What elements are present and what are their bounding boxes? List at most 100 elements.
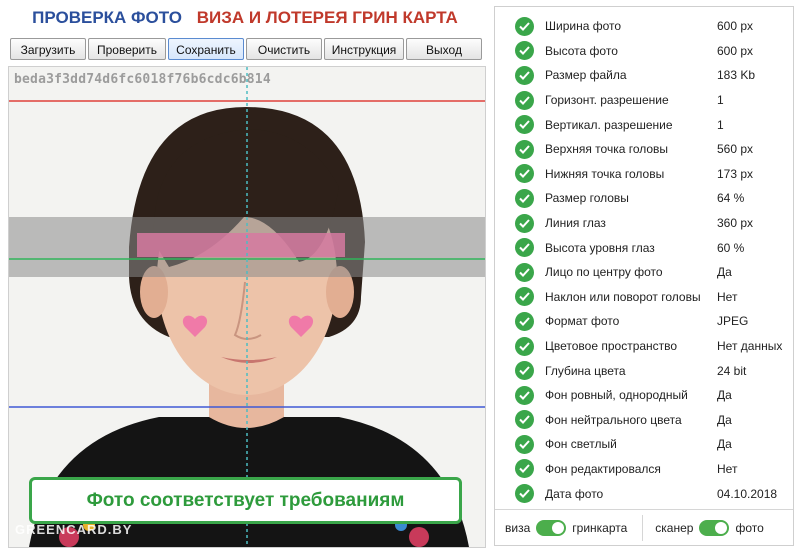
- exit-button[interactable]: Выход: [406, 38, 482, 60]
- check-icon: [515, 459, 534, 479]
- toolbar: Загрузить Проверить Сохранить Очистить И…: [10, 38, 482, 60]
- check-value: 183 Kb: [717, 68, 756, 83]
- check-icon: [515, 434, 534, 454]
- app-title-right: ВИЗА И ЛОТЕРЕЯ ГРИН КАРТА: [196, 8, 458, 27]
- check-label: Глубина цвета: [545, 363, 626, 378]
- source-right-label: фото: [735, 521, 764, 535]
- check-value: 24 bit: [717, 363, 747, 378]
- portrait-photo: [9, 67, 485, 547]
- photo-hash: beda3f3dd74d6fc6018f76b6cdc6b814: [14, 72, 271, 87]
- toggle-divider: [642, 515, 644, 541]
- check-value: 1: [717, 117, 724, 132]
- check-label: Ширина фото: [545, 19, 622, 34]
- check-icon: [515, 139, 534, 159]
- check-row: Фон светлый Да: [495, 432, 793, 457]
- check-row: Фон редактировался Нет: [495, 457, 793, 482]
- check-row: Цветовое пространство Нет данных: [495, 334, 793, 359]
- check-label: Высота уровня глаз: [545, 240, 655, 255]
- check-value: 560 px: [717, 142, 754, 157]
- check-icon: [515, 262, 534, 282]
- check-label: Размер файла: [545, 68, 627, 83]
- check-icon: [515, 336, 534, 356]
- check-icon: [515, 287, 534, 307]
- check-value: 04.10.2018: [717, 486, 778, 501]
- check-row: Фон ровный, однородный Да: [495, 383, 793, 408]
- check-icon: [515, 188, 534, 208]
- check-value: 64 %: [717, 191, 745, 206]
- check-icon: [515, 41, 534, 61]
- check-row: Фон нейтрального цвета Да: [495, 408, 793, 433]
- source-toggle-group: сканер фото: [655, 520, 764, 536]
- mode-left-label: виза: [505, 521, 531, 535]
- check-label: Формат фото: [545, 314, 620, 329]
- app-title: ПРОВЕРКА ФОТО ВИЗА И ЛОТЕРЕЯ ГРИН КАРТА: [0, 8, 490, 28]
- check-label: Горизонт. разрешение: [545, 93, 669, 108]
- check-row: Горизонт. разрешение 1: [495, 88, 793, 113]
- check-row: Линия глаз 360 px: [495, 211, 793, 236]
- check-value: Да: [717, 412, 732, 427]
- toggle-bar: виза гринкарта сканер фото: [495, 509, 793, 546]
- check-row: Глубина цвета 24 bit: [495, 358, 793, 383]
- check-value: Да: [717, 388, 732, 403]
- check-icon: [515, 484, 534, 504]
- check-value: Нет: [717, 289, 738, 304]
- check-value: JPEG: [717, 314, 749, 329]
- check-icon: [515, 164, 534, 184]
- check-row: Наклон или поворот головы Нет: [495, 285, 793, 310]
- save-button[interactable]: Сохранить: [168, 38, 244, 60]
- check-icon: [515, 115, 534, 135]
- checks-list: Ширина фото 600 px Высота фото 600 px Разм…: [495, 14, 793, 506]
- check-label: Фон светлый: [545, 437, 617, 452]
- check-label: Вертикал. разрешение: [545, 117, 673, 132]
- check-value: 1: [717, 93, 724, 108]
- watermark: GREENCARD.BY: [15, 522, 133, 537]
- app-title-left: ПРОВЕРКА ФОТО: [32, 8, 182, 27]
- check-row: Размер файла 183 Kb: [495, 63, 793, 88]
- mode-switch[interactable]: [536, 520, 567, 536]
- check-label: Размер головы: [545, 191, 629, 206]
- check-icon: [515, 410, 534, 430]
- check-icon: [515, 90, 534, 110]
- check-row: Вертикал. разрешение 1: [495, 112, 793, 137]
- check-label: Высота фото: [545, 43, 618, 58]
- check-value: 173 px: [717, 166, 754, 181]
- photo-preview: beda3f3dd74d6fc6018f76b6cdc6b814 GREENCA…: [8, 66, 486, 548]
- check-icon: [515, 311, 534, 331]
- check-row: Нижняя точка головы 173 px: [495, 162, 793, 187]
- check-value: 360 px: [717, 216, 754, 231]
- check-value: 600 px: [717, 43, 754, 58]
- check-row: Верхняя точка головы 560 px: [495, 137, 793, 162]
- clear-button[interactable]: Очистить: [246, 38, 322, 60]
- checks-panel: Ширина фото 600 px Высота фото 600 px Разм…: [494, 6, 794, 546]
- check-value: Нет: [717, 461, 738, 476]
- check-icon: [515, 213, 534, 233]
- check-label: Наклон или поворот головы: [545, 289, 701, 304]
- check-label: Линия глаз: [545, 216, 606, 231]
- check-icon: [515, 361, 534, 381]
- help-button[interactable]: Инструкция: [324, 38, 404, 60]
- check-value: Нет данных: [717, 339, 783, 354]
- check-row: Лицо по центру фото Да: [495, 260, 793, 285]
- source-switch-knob: [715, 522, 728, 534]
- check-label: Дата фото: [545, 486, 604, 501]
- mode-right-label: гринкарта: [572, 521, 628, 535]
- check-label: Лицо по центру фото: [545, 265, 663, 280]
- check-row: Дата фото 04.10.2018: [495, 481, 793, 506]
- check-row: Формат фото JPEG: [495, 309, 793, 334]
- check-icon: [515, 16, 534, 36]
- source-switch[interactable]: [699, 520, 730, 536]
- mode-switch-knob: [552, 522, 565, 534]
- status-banner: Фото соответствует требованиям: [29, 477, 462, 524]
- check-row: Высота уровня глаз 60 %: [495, 235, 793, 260]
- check-row: Высота фото 600 px: [495, 39, 793, 64]
- check-value: Да: [717, 265, 732, 280]
- load-button[interactable]: Загрузить: [10, 38, 86, 60]
- check-icon: [515, 65, 534, 85]
- check-row: Размер головы 64 %: [495, 186, 793, 211]
- check-value: Да: [717, 437, 732, 452]
- check-label: Фон ровный, однородный: [545, 388, 688, 403]
- check-label: Нижняя точка головы: [545, 166, 665, 181]
- mode-toggle-group: виза гринкарта: [505, 520, 627, 536]
- check-button[interactable]: Проверить: [88, 38, 166, 60]
- check-icon: [515, 385, 534, 405]
